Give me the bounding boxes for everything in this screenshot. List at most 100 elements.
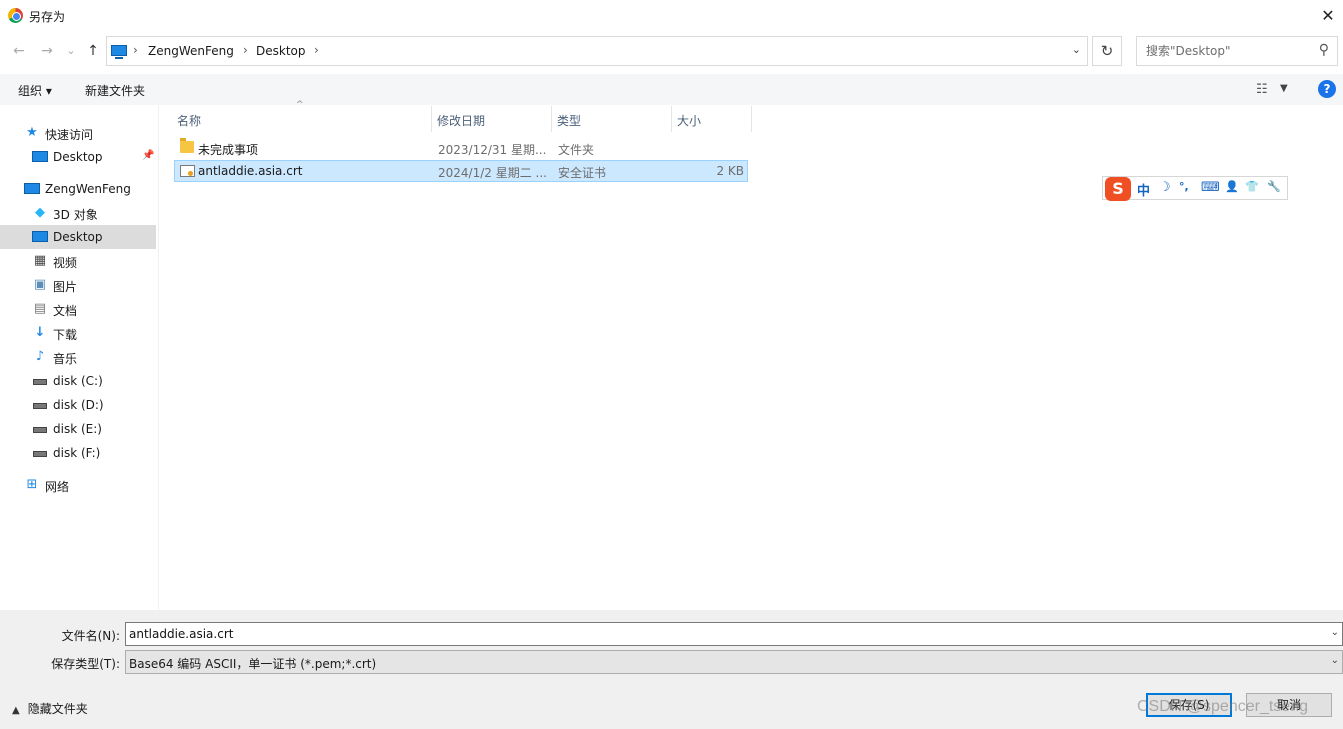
keyboard-icon[interactable]: ⌨: [1201, 180, 1220, 195]
search-box[interactable]: ⚲: [1136, 36, 1338, 66]
filename-combobox[interactable]: ⌄: [125, 622, 1343, 646]
filetype-value: Base64 编码 ASCII，单一证书 (*.pem;*.crt): [129, 657, 377, 671]
column-header-name[interactable]: 名称: [172, 106, 432, 132]
pin-icon: 📌: [142, 150, 155, 161]
file-type: 文件夹: [558, 143, 595, 157]
skin-icon[interactable]: 👕: [1245, 180, 1259, 193]
download-icon: ↓: [34, 325, 46, 340]
column-header-modified[interactable]: 修改日期: [432, 106, 552, 132]
close-button[interactable]: ✕: [1313, 0, 1343, 31]
search-input[interactable]: [1138, 38, 1308, 64]
desktop-icon: [32, 229, 48, 245]
sidebar-item-label: 文档: [53, 304, 78, 318]
moon-icon[interactable]: ☽: [1159, 180, 1171, 195]
sidebar-item-label: disk (E:): [53, 422, 102, 436]
desktop-icon: [32, 149, 48, 165]
sidebar-item-label: Desktop: [53, 150, 103, 164]
organize-button[interactable]: 组织 ▾: [18, 82, 52, 99]
back-button[interactable]: ←: [10, 41, 28, 61]
drive-icon: [32, 421, 48, 437]
sidebar-item-label: 音乐: [53, 352, 78, 366]
cube-icon: ◆: [35, 205, 45, 220]
filename-label: 文件名(N):: [61, 629, 120, 643]
column-header-type[interactable]: 类型: [552, 106, 672, 132]
file-row-certificate[interactable]: antladdie.asia.crt 2024/1/2 星期二 ... 安全证书…: [174, 160, 748, 182]
sidebar-item-label: disk (C:): [53, 374, 103, 388]
chevron-right-icon: ›: [133, 43, 138, 57]
filename-input[interactable]: [126, 623, 1316, 645]
certificate-icon: [180, 165, 195, 177]
file-modified: 2023/12/31 星期...: [438, 143, 547, 157]
breadcrumb-zengwenfeng[interactable]: ZengWenFeng: [148, 44, 234, 58]
window-title: 另存为: [29, 10, 66, 24]
chevron-down-icon[interactable]: ⌄: [1331, 655, 1339, 666]
sidebar-item-this-pc[interactable]: ZengWenFeng: [0, 177, 156, 201]
file-row-folder[interactable]: 未完成事项 2023/12/31 星期... 文件夹: [174, 138, 748, 160]
sidebar-item-3d-objects[interactable]: ◆ 3D 对象: [0, 201, 156, 225]
chevron-right-icon[interactable]: ›: [314, 43, 319, 57]
sidebar-item-downloads[interactable]: ↓ 下载: [0, 321, 156, 345]
title-bar: 另存为 ✕: [0, 0, 1343, 31]
sidebar-item-videos[interactable]: ▦ 视频: [0, 249, 156, 273]
filetype-select[interactable]: Base64 编码 ASCII，单一证书 (*.pem;*.crt) ⌄: [125, 650, 1343, 674]
view-options-icon[interactable]: ☷: [1256, 82, 1268, 97]
hide-folders-label: 隐藏文件夹: [27, 702, 88, 716]
video-icon: ▦: [33, 253, 47, 268]
new-folder-button[interactable]: 新建文件夹: [85, 82, 145, 99]
file-modified: 2024/1/2 星期二 ...: [438, 166, 547, 180]
recent-locations-button[interactable]: ⌄: [62, 41, 80, 61]
sidebar-item-documents[interactable]: ▤ 文档: [0, 297, 156, 321]
chevron-down-icon[interactable]: ⌄: [1331, 627, 1339, 638]
chevron-up-icon: ▲: [12, 705, 20, 716]
refresh-button[interactable]: ↻: [1092, 36, 1122, 66]
user-icon[interactable]: 👤: [1225, 180, 1239, 193]
sidebar-item-quick-access[interactable]: ★ 快速访问: [0, 121, 156, 145]
column-header-size[interactable]: 大小: [672, 106, 752, 132]
sidebar-item-label: Desktop: [53, 230, 103, 244]
address-dropdown-icon[interactable]: ⌄: [1072, 43, 1081, 56]
punctuation-icon[interactable]: °,: [1179, 180, 1189, 193]
star-icon: ★: [26, 125, 38, 140]
sidebar-item-disk-e[interactable]: disk (E:): [0, 417, 156, 441]
sidebar-item-desktop[interactable]: Desktop: [0, 225, 156, 249]
search-icon[interactable]: ⚲: [1319, 42, 1329, 58]
sidebar-item-disk-d[interactable]: disk (D:): [0, 393, 156, 417]
drive-icon: [32, 445, 48, 461]
up-button[interactable]: ↑: [84, 41, 102, 61]
sidebar-item-disk-c[interactable]: disk (C:): [0, 369, 156, 393]
network-icon: ⊞: [26, 477, 38, 492]
breadcrumb-desktop[interactable]: Desktop: [256, 44, 306, 58]
sidebar-item-label: 视频: [53, 256, 78, 270]
sidebar-item-music[interactable]: ♪ 音乐: [0, 345, 156, 369]
hide-folders-toggle[interactable]: ▲ 隐藏文件夹: [12, 700, 88, 717]
computer-icon: [24, 181, 40, 197]
chevron-down-icon[interactable]: ▼: [1280, 83, 1288, 94]
chevron-right-icon[interactable]: ›: [243, 43, 248, 57]
sidebar-item-pictures[interactable]: ▣ 图片: [0, 273, 156, 297]
filetype-label: 保存类型(T):: [51, 657, 120, 671]
sidebar-item-network[interactable]: ⊞ 网络: [0, 473, 156, 497]
sidebar-item-label: disk (F:): [53, 446, 101, 460]
sidebar-item-label: disk (D:): [53, 398, 104, 412]
chrome-icon: [8, 8, 23, 23]
address-bar[interactable]: › ZengWenFeng › Desktop › ⌄: [106, 36, 1088, 66]
sidebar-item-label: 网络: [45, 480, 70, 494]
document-icon: ▤: [33, 301, 47, 316]
music-icon: ♪: [35, 349, 45, 364]
sidebar-item-label: 快速访问: [45, 128, 94, 142]
sidebar-item-desktop-pinned[interactable]: Desktop 📌: [0, 145, 156, 169]
ime-mode-toggle[interactable]: 中: [1137, 180, 1150, 199]
wrench-icon[interactable]: 🔧: [1267, 180, 1281, 193]
sidebar-item-label: 3D 对象: [53, 208, 98, 222]
sidebar-item-disk-f[interactable]: disk (F:): [0, 441, 156, 465]
navigation-bar: ← → ⌄ ↑ › ZengWenFeng › Desktop › ⌄ ↻ ⚲: [0, 31, 1343, 71]
sidebar-item-label: ZengWenFeng: [45, 182, 131, 196]
drive-icon: [32, 373, 48, 389]
file-size: 2 KB: [716, 164, 744, 178]
folder-icon: [180, 138, 194, 153]
help-button[interactable]: ?: [1318, 80, 1336, 98]
forward-button[interactable]: →: [38, 41, 56, 61]
ime-toolbar[interactable]: S 中 ☽ °, ⌨ 👤 👕 🔧: [1102, 176, 1288, 201]
sogou-logo-icon[interactable]: S: [1105, 177, 1131, 201]
computer-icon: [111, 45, 127, 59]
